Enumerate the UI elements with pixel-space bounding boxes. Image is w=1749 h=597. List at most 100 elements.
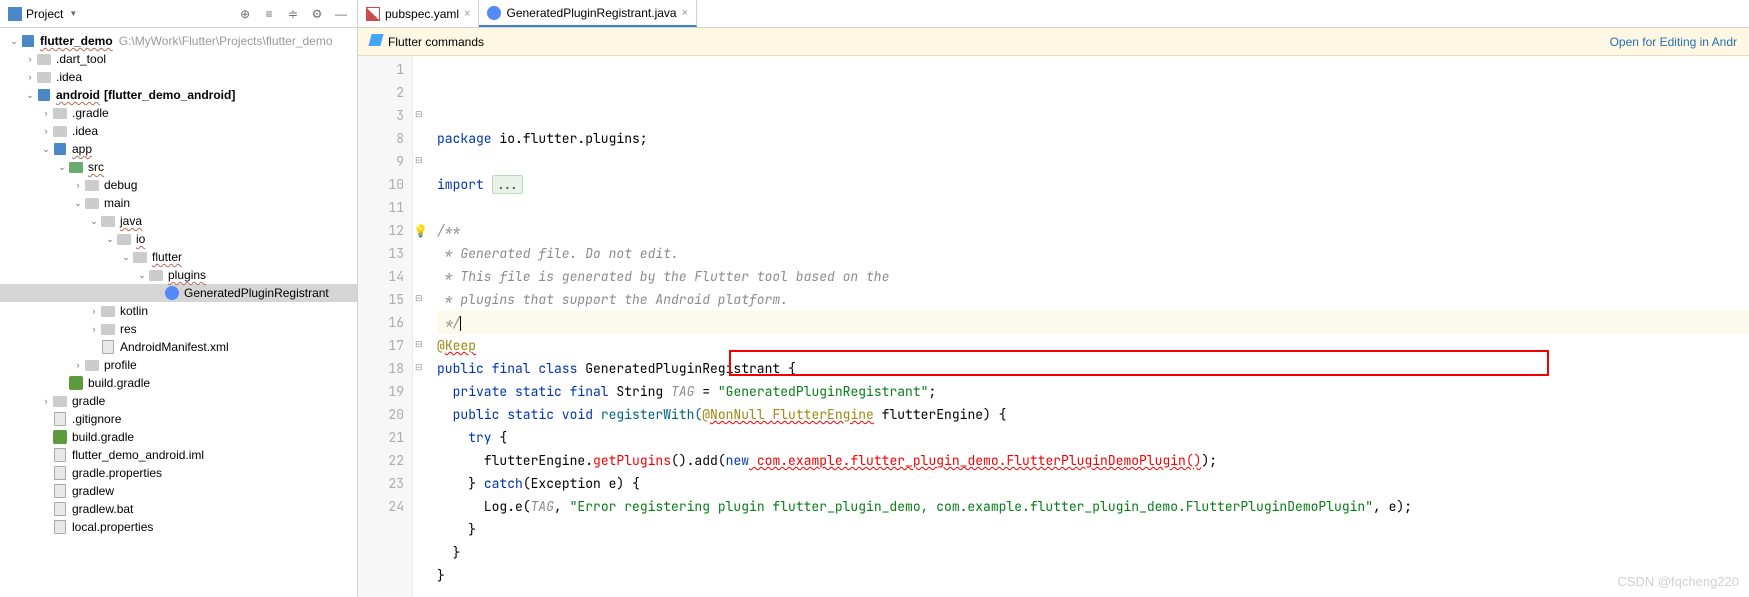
code-line[interactable]: flutterEngine.getPlugins().add(new com.e… [437, 449, 1749, 472]
folder-icon [84, 195, 100, 211]
code-line[interactable] [437, 150, 1749, 173]
tree-item-debug[interactable]: ›debug [0, 176, 357, 194]
editor-tab-pubspec-yaml[interactable]: pubspec.yaml× [358, 0, 479, 27]
code-line[interactable]: private static final String TAG = "Gener… [437, 380, 1749, 403]
tree-item-plugins[interactable]: ⌄plugins [0, 266, 357, 284]
chevron-icon[interactable]: ⌄ [40, 144, 52, 155]
tree-item-app[interactable]: ⌄app [0, 140, 357, 158]
code-line[interactable]: * Generated file. Do not edit. [437, 242, 1749, 265]
project-view-label[interactable]: Project [26, 7, 63, 21]
fold-toggle-icon[interactable]: ⊟ [415, 362, 423, 373]
editor-tab-generatedpluginregistrant-java[interactable]: GeneratedPluginRegistrant.java× [479, 0, 697, 27]
tree-item-build-gradle[interactable]: build.gradle [0, 374, 357, 392]
expand-all-icon[interactable]: ≡ [261, 6, 277, 22]
hide-icon[interactable]: — [333, 6, 349, 22]
project-panel-header: Project ▼ ⊕ ≡ ≑ ⚙ — [0, 0, 357, 28]
code-line[interactable]: /** [437, 219, 1749, 242]
close-icon[interactable]: × [464, 8, 470, 20]
code-line[interactable]: import ... [437, 173, 1749, 196]
file-icon [52, 411, 68, 427]
tree-item-gradle[interactable]: ›gradle [0, 392, 357, 410]
fold-toggle-icon[interactable]: ⊟ [415, 109, 423, 120]
tree-item-build-gradle[interactable]: build.gradle [0, 428, 357, 446]
chevron-icon[interactable]: ⌄ [88, 216, 100, 227]
code-content[interactable]: package io.flutter.plugins; import ... /**… [429, 56, 1749, 597]
tree-item-gradlew[interactable]: gradlew [0, 482, 357, 500]
line-number: 14 [358, 265, 404, 288]
code-line[interactable]: } catch(Exception e) { [437, 472, 1749, 495]
tree-item--dart-tool[interactable]: ›.dart_tool [0, 50, 357, 68]
tree-item-android[interactable]: ⌄android[flutter_demo_android] [0, 86, 357, 104]
code-line[interactable]: package io.flutter.plugins; [437, 127, 1749, 150]
tree-item-gradle-properties[interactable]: gradle.properties [0, 464, 357, 482]
code-line[interactable] [437, 196, 1749, 219]
chevron-icon[interactable]: › [24, 54, 36, 64]
code-line[interactable]: */ [437, 311, 1749, 334]
fold-toggle-icon[interactable]: ⊟ [415, 293, 423, 304]
chevron-icon[interactable]: ⌄ [24, 90, 36, 101]
code-line[interactable]: * plugins that support the Android platf… [437, 288, 1749, 311]
code-line[interactable]: @Keep [437, 334, 1749, 357]
fold-toggle-icon[interactable]: ⊟ [415, 339, 423, 350]
chevron-icon[interactable]: ⌄ [8, 36, 20, 47]
tree-item-main[interactable]: ⌄main [0, 194, 357, 212]
code-line[interactable]: } [437, 564, 1749, 587]
chevron-icon[interactable]: › [40, 126, 52, 136]
tree-item--gitignore[interactable]: .gitignore [0, 410, 357, 428]
tree-item-label: gradle.properties [72, 466, 162, 480]
close-icon[interactable]: × [682, 7, 688, 19]
line-number: 2 [358, 81, 404, 104]
tree-item-flutter-demo-android-iml[interactable]: flutter_demo_android.iml [0, 446, 357, 464]
tree-item--idea[interactable]: ›.idea [0, 68, 357, 86]
folder-pkg-icon [132, 249, 148, 265]
collapse-all-icon[interactable]: ≑ [285, 6, 301, 22]
file-icon [52, 447, 68, 463]
code-line[interactable]: try { [437, 426, 1749, 449]
chevron-icon[interactable]: ⌄ [72, 198, 84, 209]
chevron-icon[interactable]: ⌄ [120, 252, 132, 263]
tree-item-androidmanifest-xml[interactable]: AndroidManifest.xml [0, 338, 357, 356]
folder-icon [36, 69, 52, 85]
chevron-icon[interactable]: ⌄ [136, 270, 148, 281]
code-line[interactable]: public static void registerWith(@NonNull… [437, 403, 1749, 426]
chevron-icon[interactable]: › [40, 396, 52, 406]
tree-item-src[interactable]: ⌄src [0, 158, 357, 176]
line-number: 21 [358, 426, 404, 449]
code-editor[interactable]: 12389101112131415161718192021222324 ⊟⊟💡⊟… [358, 56, 1749, 597]
fold-toggle-icon[interactable]: ⊟ [415, 155, 423, 166]
project-tree[interactable]: ⌄flutter_demoG:\MyWork\Flutter\Projects\… [0, 28, 357, 597]
tree-item-generatedpluginregistrant[interactable]: GeneratedPluginRegistrant [0, 284, 357, 302]
tree-item-flutter[interactable]: ⌄flutter [0, 248, 357, 266]
tree-item-java[interactable]: ⌄java [0, 212, 357, 230]
tree-item-kotlin[interactable]: ›kotlin [0, 302, 357, 320]
locate-icon[interactable]: ⊕ [237, 6, 253, 22]
file-icon [52, 465, 68, 481]
code-line[interactable]: * This file is generated by the Flutter … [437, 265, 1749, 288]
chevron-icon[interactable]: › [24, 72, 36, 82]
tree-item-label: profile [104, 358, 137, 372]
tree-item-flutter-demo[interactable]: ⌄flutter_demoG:\MyWork\Flutter\Projects\… [0, 32, 357, 50]
chevron-icon[interactable]: ⌄ [104, 234, 116, 245]
chevron-icon[interactable]: › [72, 360, 84, 370]
code-line[interactable]: public final class GeneratedPluginRegist… [437, 357, 1749, 380]
code-line[interactable]: Log.e(TAG, "Error registering plugin flu… [437, 495, 1749, 518]
tree-item--idea[interactable]: ›.idea [0, 122, 357, 140]
tree-item-profile[interactable]: › profile [0, 356, 357, 374]
intention-bulb-icon[interactable]: 💡 [413, 224, 428, 238]
chevron-down-icon[interactable]: ▼ [69, 9, 77, 18]
line-number: 11 [358, 196, 404, 219]
chevron-icon[interactable]: ⌄ [56, 162, 68, 173]
code-line[interactable]: } [437, 518, 1749, 541]
tree-item-local-properties[interactable]: local.properties [0, 518, 357, 536]
code-line[interactable]: } [437, 541, 1749, 564]
chevron-icon[interactable]: › [88, 306, 100, 316]
gear-icon[interactable]: ⚙ [309, 6, 325, 22]
tree-item-gradlew-bat[interactable]: gradlew.bat [0, 500, 357, 518]
open-in-android-link[interactable]: Open for Editing in Andr [1610, 35, 1737, 49]
chevron-icon[interactable]: › [72, 180, 84, 190]
tree-item-res[interactable]: ›res [0, 320, 357, 338]
chevron-icon[interactable]: › [40, 108, 52, 118]
tree-item--gradle[interactable]: ›.gradle [0, 104, 357, 122]
tree-item-io[interactable]: ⌄io [0, 230, 357, 248]
chevron-icon[interactable]: › [88, 324, 100, 334]
